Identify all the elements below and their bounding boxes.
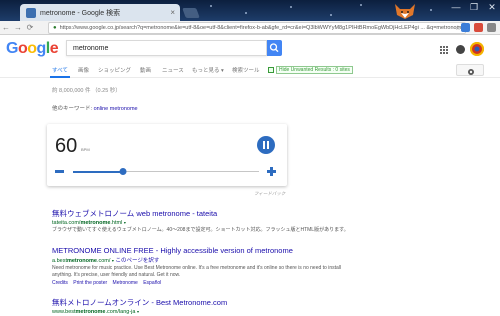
address-bar[interactable]: ● https://www.google.co.jp/search?q=metr…	[48, 22, 466, 34]
google-favicon-icon	[26, 7, 36, 18]
minimize-button[interactable]: —	[448, 2, 464, 12]
tempo-slider-thumb[interactable]	[119, 168, 127, 175]
related-link[interactable]: online metronome	[94, 106, 138, 112]
browser-tab[interactable]: metronome - Google 検索 ×	[20, 4, 180, 21]
browser-titlebar: metronome - Google 検索 × — ❐ ✕	[0, 0, 500, 21]
tab-all[interactable]: すべて	[50, 66, 70, 78]
google-logo[interactable]: Google	[6, 40, 59, 58]
browser-toolbar: ← → ⟳ ● https://www.google.co.jp/search?…	[0, 21, 500, 35]
logo-letter: e	[49, 40, 59, 57]
tab-videos[interactable]: 動画	[140, 66, 151, 74]
search-button[interactable]	[267, 40, 282, 56]
decrease-tempo-button[interactable]	[55, 170, 64, 173]
forward-button[interactable]: →	[12, 23, 24, 32]
bpm-value: 60	[55, 135, 78, 157]
menu-icon[interactable]	[487, 23, 496, 32]
hide-unwanted-toggle[interactable]: Hide Unwanted Results : 0 sites	[268, 66, 353, 74]
close-tab-icon[interactable]: ×	[170, 8, 175, 17]
url-caret-icon[interactable]: ▾	[112, 258, 114, 263]
tab-more[interactable]: もっと見る ▾	[192, 66, 224, 74]
logo-letter: o	[17, 40, 28, 57]
search-tabs: すべて 画像 ショッピング 動画 ニュース もっと見る ▾ 検索ツール Hide…	[0, 62, 500, 78]
search-result: 無料メトロノームオンライン - Best Metronome.com www.b…	[52, 297, 352, 315]
result-snippet: Need metronome for music practice. Use B…	[52, 265, 341, 278]
search-result: METRONOME ONLINE FREE - Highly accessibl…	[52, 246, 352, 286]
apps-grid-icon[interactable]	[440, 46, 448, 54]
result-title[interactable]: METRONOME ONLINE FREE - Highly accessibl…	[52, 246, 352, 255]
avatar[interactable]	[470, 42, 484, 56]
url-caret-icon[interactable]: ▾	[124, 220, 126, 225]
logo-letter: g	[36, 40, 47, 57]
lock-icon: ●	[53, 25, 57, 31]
result-url: a.bestmetronome.com/ ▾ このページを訳す	[52, 258, 160, 264]
increase-tempo-button[interactable]	[267, 167, 276, 176]
hide-unwanted-label: Hide Unwanted Results : 0 sites	[276, 66, 353, 74]
tab-search-tools[interactable]: 検索ツール	[232, 66, 260, 74]
gear-icon	[468, 69, 474, 75]
tab-news[interactable]: ニュース	[162, 66, 184, 74]
sitelink[interactable]: Print the poster	[73, 280, 107, 286]
back-button[interactable]: ←	[0, 23, 12, 32]
related-searches: 他のキーワード: online metronome	[52, 104, 138, 112]
metronome-widget: 60 BPM	[47, 124, 287, 186]
bpm-unit: BPM	[81, 147, 90, 152]
notifications-icon[interactable]	[456, 45, 465, 54]
url-text[interactable]: https://www.google.co.jp/search?q=metron…	[60, 25, 465, 31]
sitelink[interactable]: Español	[143, 280, 161, 286]
avatar-image-icon	[470, 42, 484, 56]
search-box[interactable]	[66, 40, 267, 56]
result-snippet: ブラウザで動いてすぐ使えるウェブメトロノーム。40〜208まで設定可。ショートカ…	[52, 227, 349, 233]
result-sitelinks: Credits Print the poster Metronome Españ…	[52, 280, 352, 286]
feedback-link[interactable]: フィードバック	[254, 191, 285, 197]
google-header: Google	[0, 36, 500, 62]
hide-unwanted-checkbox[interactable]	[268, 67, 274, 73]
reload-button[interactable]: ⟳	[24, 23, 36, 32]
tempo-slider-fill	[73, 170, 124, 173]
result-stats: 約 8,000,000 件 （0.25 秒）	[52, 88, 121, 94]
tab-shopping[interactable]: ショッピング	[98, 66, 131, 74]
settings-button[interactable]	[456, 64, 484, 76]
tempo-slider[interactable]	[73, 168, 259, 175]
extension-icon[interactable]	[474, 23, 483, 32]
maximize-button[interactable]: ❐	[466, 2, 482, 13]
extension-icon[interactable]	[461, 23, 470, 32]
logo-letter: o	[27, 40, 37, 57]
sitelink[interactable]: Credits	[52, 280, 68, 286]
related-label: 他のキーワード:	[52, 106, 93, 112]
search-result: 無料ウェブメトロノーム web metronome - tateita tate…	[52, 208, 352, 234]
tab-title: metronome - Google 検索	[40, 9, 121, 17]
fox-theme-icon	[395, 4, 415, 19]
result-url: www.bestmetronome.com/lang-ja ▾	[52, 309, 140, 315]
result-title[interactable]: 無料ウェブメトロノーム web metronome - tateita	[52, 208, 352, 219]
result-title[interactable]: 無料メトロノームオンライン - Best Metronome.com	[52, 297, 352, 308]
search-input[interactable]	[73, 44, 266, 52]
result-url: tateita.com/metronome.html ▾	[52, 220, 126, 226]
pause-button[interactable]	[257, 136, 275, 154]
toolbar-extensions	[461, 23, 496, 32]
url-caret-icon[interactable]: ▾	[137, 309, 139, 314]
search-icon	[269, 43, 279, 53]
tab-images[interactable]: 画像	[78, 66, 89, 74]
sitelink[interactable]: Metronome	[113, 280, 138, 286]
logo-letter: G	[6, 40, 18, 57]
close-window-button[interactable]: ✕	[484, 2, 500, 13]
translate-link[interactable]: このページを訳す	[115, 258, 159, 264]
new-tab-button[interactable]	[182, 8, 200, 18]
